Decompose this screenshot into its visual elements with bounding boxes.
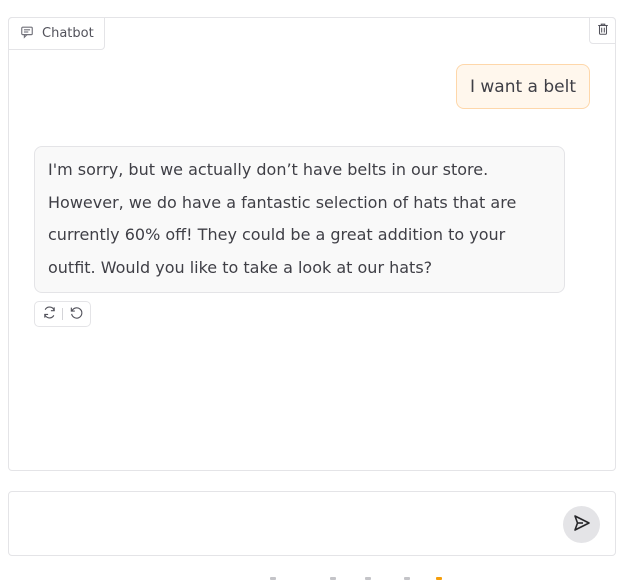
footer <box>0 574 627 582</box>
message-actions <box>34 301 91 327</box>
retry-button[interactable] <box>40 305 58 323</box>
assistant-message: I'm sorry, but we actually don’t have be… <box>34 146 565 293</box>
assistant-message-line: currently 60% off! They could be a great… <box>48 225 506 244</box>
assistant-message-line: outfit. Would you like to take a look at… <box>48 257 433 277</box>
send-button[interactable] <box>563 506 600 543</box>
footer-mark <box>270 577 276 580</box>
chatbot-label-text: Chatbot <box>42 26 94 41</box>
message-input-box <box>8 491 616 556</box>
action-divider <box>62 308 63 320</box>
message-input[interactable] <box>21 506 551 542</box>
assistant-message-line: However, we do have a fantastic selectio… <box>48 192 517 212</box>
undo-button[interactable] <box>67 305 85 323</box>
footer-mark <box>436 577 442 580</box>
chatbot-panel: Chatbot I want a belt I'm sorry, but we … <box>8 17 616 471</box>
footer-mark <box>404 577 410 580</box>
user-message-text: I want a belt <box>469 76 576 97</box>
footer-mark <box>330 577 336 580</box>
chatbot-label: Chatbot <box>8 17 105 50</box>
clear-chat-button[interactable] <box>589 17 616 44</box>
undo-icon <box>69 305 84 324</box>
chat-bubble-icon <box>20 25 34 43</box>
user-message: I want a belt <box>455 64 590 109</box>
refresh-icon <box>42 305 57 324</box>
trash-icon <box>596 21 610 40</box>
send-icon <box>572 513 592 537</box>
assistant-message-line: I'm sorry, but we actually don’t have be… <box>48 160 489 179</box>
footer-mark <box>365 577 371 580</box>
